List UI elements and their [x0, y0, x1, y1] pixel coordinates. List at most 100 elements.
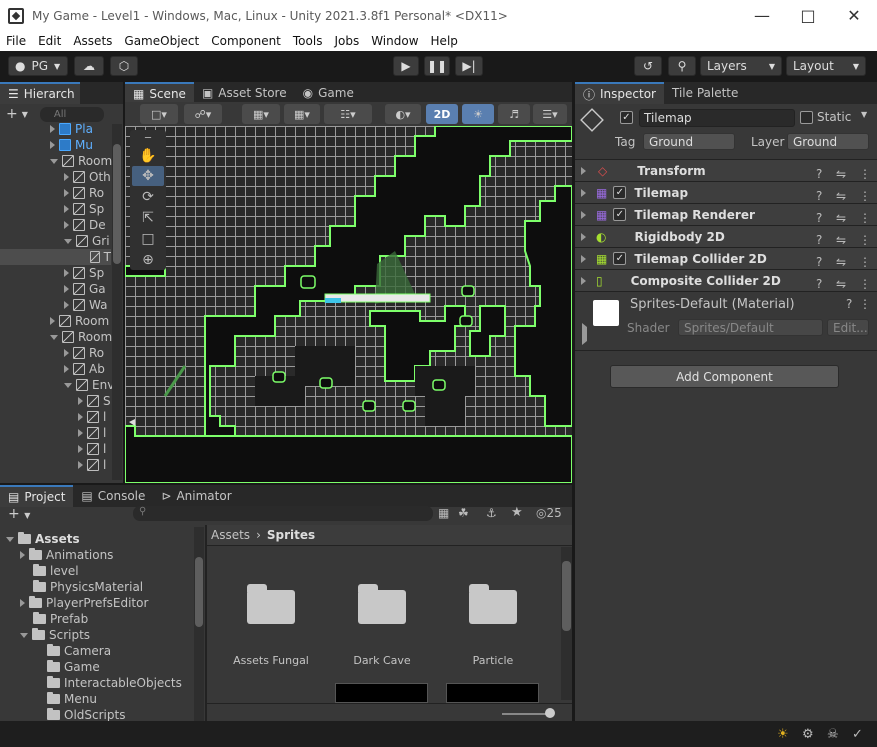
tree-item[interactable]: Animations	[20, 547, 113, 563]
menu-file[interactable]: File	[0, 34, 32, 48]
check-circle-icon[interactable]: ✓	[852, 727, 863, 742]
add-icon[interactable]: +	[6, 106, 18, 122]
folder-icon[interactable]	[247, 584, 295, 624]
folder-label[interactable]: Dark Cave	[336, 654, 428, 667]
folder-icon[interactable]	[469, 584, 517, 624]
enabled-checkbox[interactable]: ✓	[613, 186, 627, 199]
component-menu-icons[interactable]: ⋮ ⋮ ⋮ ⋮ ⋮ ⋮	[859, 163, 871, 295]
hierarchy-item-selected[interactable]: T	[0, 249, 111, 265]
hierarchy-scrollbar[interactable]	[112, 124, 122, 480]
gizmo-mode-button[interactable]: □▾	[140, 104, 178, 124]
minimize-button[interactable]: —	[739, 0, 785, 31]
tab-console[interactable]: ▤ Console	[73, 485, 153, 507]
debug-icon[interactable]: ☠	[827, 727, 839, 742]
add-component-button[interactable]: Add Component	[610, 365, 839, 388]
hierarchy-item[interactable]: l	[78, 441, 106, 457]
layout-dropdown[interactable]: Layout ▼	[786, 56, 866, 76]
effects-button[interactable]: ☰▾	[533, 104, 567, 124]
hierarchy-item[interactable]: Room	[50, 329, 112, 345]
tree-item[interactable]: level	[33, 563, 79, 579]
hierarchy-item[interactable]: l	[78, 409, 106, 425]
layer-dropdown[interactable]: Ground	[787, 133, 869, 150]
project-search-input[interactable]: ⚲	[133, 506, 433, 521]
shading-mode-button[interactable]: ◐▾	[385, 104, 421, 124]
label-icon[interactable]: ⚓	[486, 506, 497, 520]
tree-item[interactable]: PhysicsMaterial	[33, 579, 143, 595]
object-name-input[interactable]: Tilemap	[639, 109, 795, 127]
help-icon[interactable]: ?	[846, 297, 852, 311]
enabled-checkbox[interactable]: ✓	[613, 252, 627, 265]
tree-item[interactable]: PlayerPrefsEditor	[20, 595, 148, 611]
scrollbar-thumb[interactable]	[113, 144, 121, 264]
hierarchy-item[interactable]: De	[64, 217, 106, 233]
tab-tile-palette[interactable]: Tile Palette	[664, 82, 746, 104]
tab-project[interactable]: ▤ Project	[0, 485, 74, 507]
hierarchy-item[interactable]: l	[78, 425, 106, 441]
toggle-2d-button[interactable]: 2D	[426, 104, 458, 124]
hierarchy-item[interactable]: Room	[50, 313, 109, 329]
menu-window[interactable]: Window	[365, 34, 424, 48]
hierarchy-item[interactable]: Ro	[64, 345, 104, 361]
asset-thumbnail[interactable]	[446, 683, 539, 703]
breadcrumb-sprites[interactable]: Sprites	[267, 528, 315, 542]
menu-component[interactable]: Component	[205, 34, 287, 48]
menu-tools[interactable]: Tools	[287, 34, 329, 48]
collab-button[interactable]: ⬡	[110, 56, 138, 76]
hierarchy-item[interactable]: Room	[50, 153, 112, 169]
hierarchy-item[interactable]: Env	[64, 377, 114, 393]
hierarchy-item[interactable]: Ga	[64, 281, 106, 297]
splitter[interactable]	[123, 82, 125, 483]
component-settings-icons[interactable]: ⇋ ⇋ ⇋ ⇋ ⇋ ⇋	[836, 163, 846, 295]
chevron-down-icon[interactable]: ▼	[861, 110, 867, 119]
search-button[interactable]: ⚲	[668, 56, 696, 76]
drag-handle-icon[interactable]: ─	[132, 133, 164, 144]
audio-button[interactable]: ♬	[498, 104, 530, 124]
material-expand[interactable]	[582, 323, 591, 345]
account-dropdown[interactable]: ● PG ▼	[8, 56, 68, 76]
scrollbar-thumb[interactable]	[195, 557, 203, 627]
pause-button[interactable]: ❚❚	[424, 56, 450, 76]
material-preview[interactable]	[593, 300, 619, 326]
folder-icon[interactable]	[358, 584, 406, 624]
shader-dropdown[interactable]: Sprites/Default	[678, 319, 823, 336]
tree-item[interactable]: Camera	[47, 643, 111, 659]
active-checkbox[interactable]: ✓	[620, 111, 633, 124]
hierarchy-item[interactable]: S	[78, 393, 111, 409]
menu-jobs[interactable]: Jobs	[328, 34, 365, 48]
hierarchy-item[interactable]: Sp	[64, 265, 104, 281]
scale-tool[interactable]: ⇱	[132, 208, 164, 228]
component-help-icons[interactable]: ??????	[816, 163, 832, 295]
close-button[interactable]: ✕	[831, 0, 877, 31]
tab-inspector[interactable]: ⓘ Inspector	[575, 82, 664, 104]
hierarchy-item[interactable]: Ro	[64, 185, 104, 201]
menu-assets[interactable]: Assets	[67, 34, 118, 48]
cloud-button[interactable]: ☁	[74, 56, 104, 76]
tag-dropdown[interactable]: Ground	[643, 133, 735, 150]
tree-item[interactable]: Prefab	[33, 611, 88, 627]
tree-item[interactable]: Game	[47, 659, 100, 675]
maximize-button[interactable]: □	[785, 0, 831, 31]
splitter[interactable]	[572, 82, 575, 721]
filter-icon[interactable]: ☘	[458, 506, 469, 520]
grid-vis-button[interactable]: ▦▾	[284, 104, 320, 124]
hierarchy-search-input[interactable]: All	[39, 106, 104, 122]
layers-dropdown[interactable]: Layers ▼	[700, 56, 782, 76]
lighting-status-icon[interactable]: ☀	[777, 727, 789, 742]
hierarchy-item[interactable]: Gri	[64, 233, 110, 249]
hierarchy-item[interactable]: Wa	[64, 297, 107, 313]
favorite-icon[interactable]: ★	[511, 505, 523, 520]
static-checkbox[interactable]	[800, 111, 813, 124]
asset-thumbnail[interactable]	[335, 683, 428, 703]
tree-item[interactable]: InteractableObjects	[47, 675, 182, 691]
scrollbar-thumb[interactable]	[562, 561, 571, 631]
breadcrumb-assets[interactable]: Assets	[211, 528, 250, 542]
menu-edit[interactable]: Edit	[32, 34, 67, 48]
hierarchy-item[interactable]: l	[78, 457, 106, 473]
hand-tool[interactable]: ✋	[132, 146, 164, 166]
tab-asset-store[interactable]: ▣ Asset Store	[194, 82, 295, 104]
zoom-slider-handle[interactable]	[545, 708, 555, 718]
tree-item[interactable]: Menu	[47, 691, 97, 707]
menu-help[interactable]: Help	[425, 34, 464, 48]
lighting-button[interactable]: ☀	[462, 104, 494, 124]
edit-shader-button[interactable]: Edit...	[827, 319, 869, 336]
